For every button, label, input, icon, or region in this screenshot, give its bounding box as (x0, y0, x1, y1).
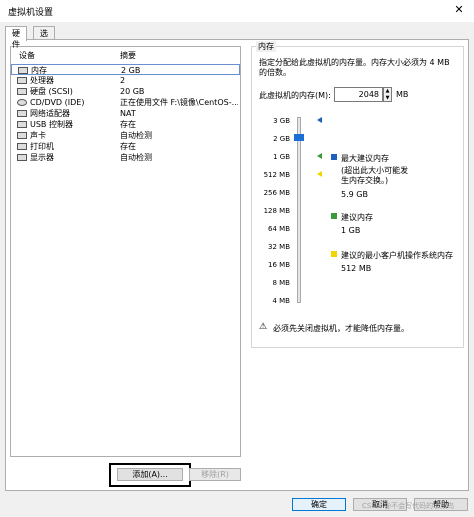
max-recommended-title: 最大建议内存 (341, 154, 389, 163)
memory-unit: MB (396, 90, 409, 99)
guest-min-title: 建议的最小客户机操作系统内存 (341, 251, 453, 260)
max-recommended-note: (超出此大小可能发生内存交换。) (341, 166, 409, 185)
add-button[interactable]: 添加(A)... (117, 468, 183, 481)
recommended-marker-icon (317, 153, 322, 159)
max-recommended-value: 5.9 GB (341, 190, 368, 199)
watermark: CSDN @不会写代码的小菜鸟 (362, 502, 455, 510)
memory-group-title: 内存 (256, 41, 276, 52)
memory-slider-thumb[interactable] (294, 134, 304, 141)
device-summary: 20 GB (120, 87, 145, 96)
memory-slider-track[interactable] (297, 117, 301, 303)
device-summary: 存在 (120, 142, 136, 151)
device-summary: 正在使用文件 F:\镜像\CentOS-... (120, 98, 238, 107)
usb-icon (17, 121, 27, 128)
memory-spinner[interactable]: ▲ ▼ (383, 87, 392, 102)
memory-label: 此虚拟机的内存(M): (259, 91, 331, 100)
scale-label: 512 MB (263, 171, 290, 179)
scale-label: 16 MB (268, 261, 290, 269)
device-row-sound[interactable]: 声卡 自动检测 (11, 130, 240, 141)
network-icon (17, 110, 27, 117)
recommended-title: 建议内存 (341, 213, 373, 222)
tab-hardware[interactable]: 硬件 (5, 26, 27, 49)
scale-label: 1 GB (273, 153, 290, 161)
processor-icon (17, 77, 27, 84)
device-row-network[interactable]: 网络适配器 NAT (11, 108, 240, 119)
memory-icon (18, 67, 28, 74)
device-row-usb[interactable]: USB 控制器 存在 (11, 119, 240, 130)
remove-button[interactable]: 移除(R) (189, 468, 241, 481)
device-name: 声卡 (30, 131, 46, 140)
guest-min-legend-icon (331, 251, 337, 257)
device-summary: 存在 (120, 120, 136, 129)
monitor-icon (17, 154, 27, 161)
close-icon[interactable]: ✕ (452, 3, 466, 17)
window-title: 虚拟机设置 (8, 8, 54, 18)
cd-icon (17, 99, 27, 106)
device-name: 网络适配器 (30, 109, 70, 118)
device-summary: 2 (120, 76, 126, 85)
device-summary: NAT (120, 109, 136, 118)
hard-disk-icon (17, 88, 27, 95)
device-name: 显示器 (30, 153, 54, 162)
max-recommended-marker-icon (317, 117, 322, 123)
header-device: 设备 (19, 51, 35, 60)
scale-label: 4 MB (272, 297, 290, 305)
device-row-display[interactable]: 显示器 自动检测 (11, 152, 240, 163)
device-row-disk[interactable]: 硬盘 (SCSI) 20 GB (11, 86, 240, 97)
device-row-processor[interactable]: 处理器 2 (11, 75, 240, 86)
device-name: USB 控制器 (30, 120, 73, 129)
device-name: 处理器 (30, 76, 54, 85)
memory-size-input[interactable]: 2048 (334, 87, 383, 102)
max-recommended-legend-icon (331, 154, 337, 160)
tab-options[interactable]: 选项 (33, 26, 55, 49)
scale-label: 32 MB (268, 243, 290, 251)
scale-label: 3 GB (273, 117, 290, 125)
scale-label: 8 MB (272, 279, 290, 287)
device-row-printer[interactable]: 打印机 存在 (11, 141, 240, 152)
scale-label: 256 MB (263, 189, 290, 197)
device-name: CD/DVD (IDE) (30, 98, 85, 107)
device-row-memory[interactable]: 内存 2 GB (11, 64, 240, 75)
guest-min-value: 512 MB (341, 264, 372, 273)
scale-label: 2 GB (273, 135, 290, 143)
device-summary: 自动检测 (120, 153, 152, 162)
device-name: 打印机 (30, 142, 54, 151)
speaker-icon (17, 132, 27, 139)
scale-label: 128 MB (263, 207, 290, 215)
ok-button[interactable]: 确定 (292, 498, 346, 511)
recommended-legend-icon (331, 213, 337, 219)
device-list-header: 设备 摘要 (11, 47, 240, 61)
warning-icon: ⚠ (259, 322, 268, 332)
scale-label: 64 MB (268, 225, 290, 233)
device-row-cdrom[interactable]: CD/DVD (IDE) 正在使用文件 F:\镜像\CentOS-... (11, 97, 240, 108)
device-list[interactable]: 设备 摘要 内存 2 GB 处理器 2 硬盘 (SCSI) 20 GB CD/D… (10, 46, 241, 457)
device-summary: 自动检测 (120, 131, 152, 140)
title-bar (0, 0, 474, 22)
memory-warning: 必须先关闭虚拟机，才能降低内存量。 (273, 324, 409, 333)
recommended-value: 1 GB (341, 226, 361, 235)
memory-description: 指定分配给此虚拟机的内存量。内存大小必须为 4 MB 的倍数。 (259, 58, 450, 77)
printer-icon (17, 143, 27, 150)
header-summary: 摘要 (120, 51, 136, 60)
device-name: 硬盘 (SCSI) (30, 87, 73, 96)
guest-min-marker-icon (317, 171, 322, 177)
